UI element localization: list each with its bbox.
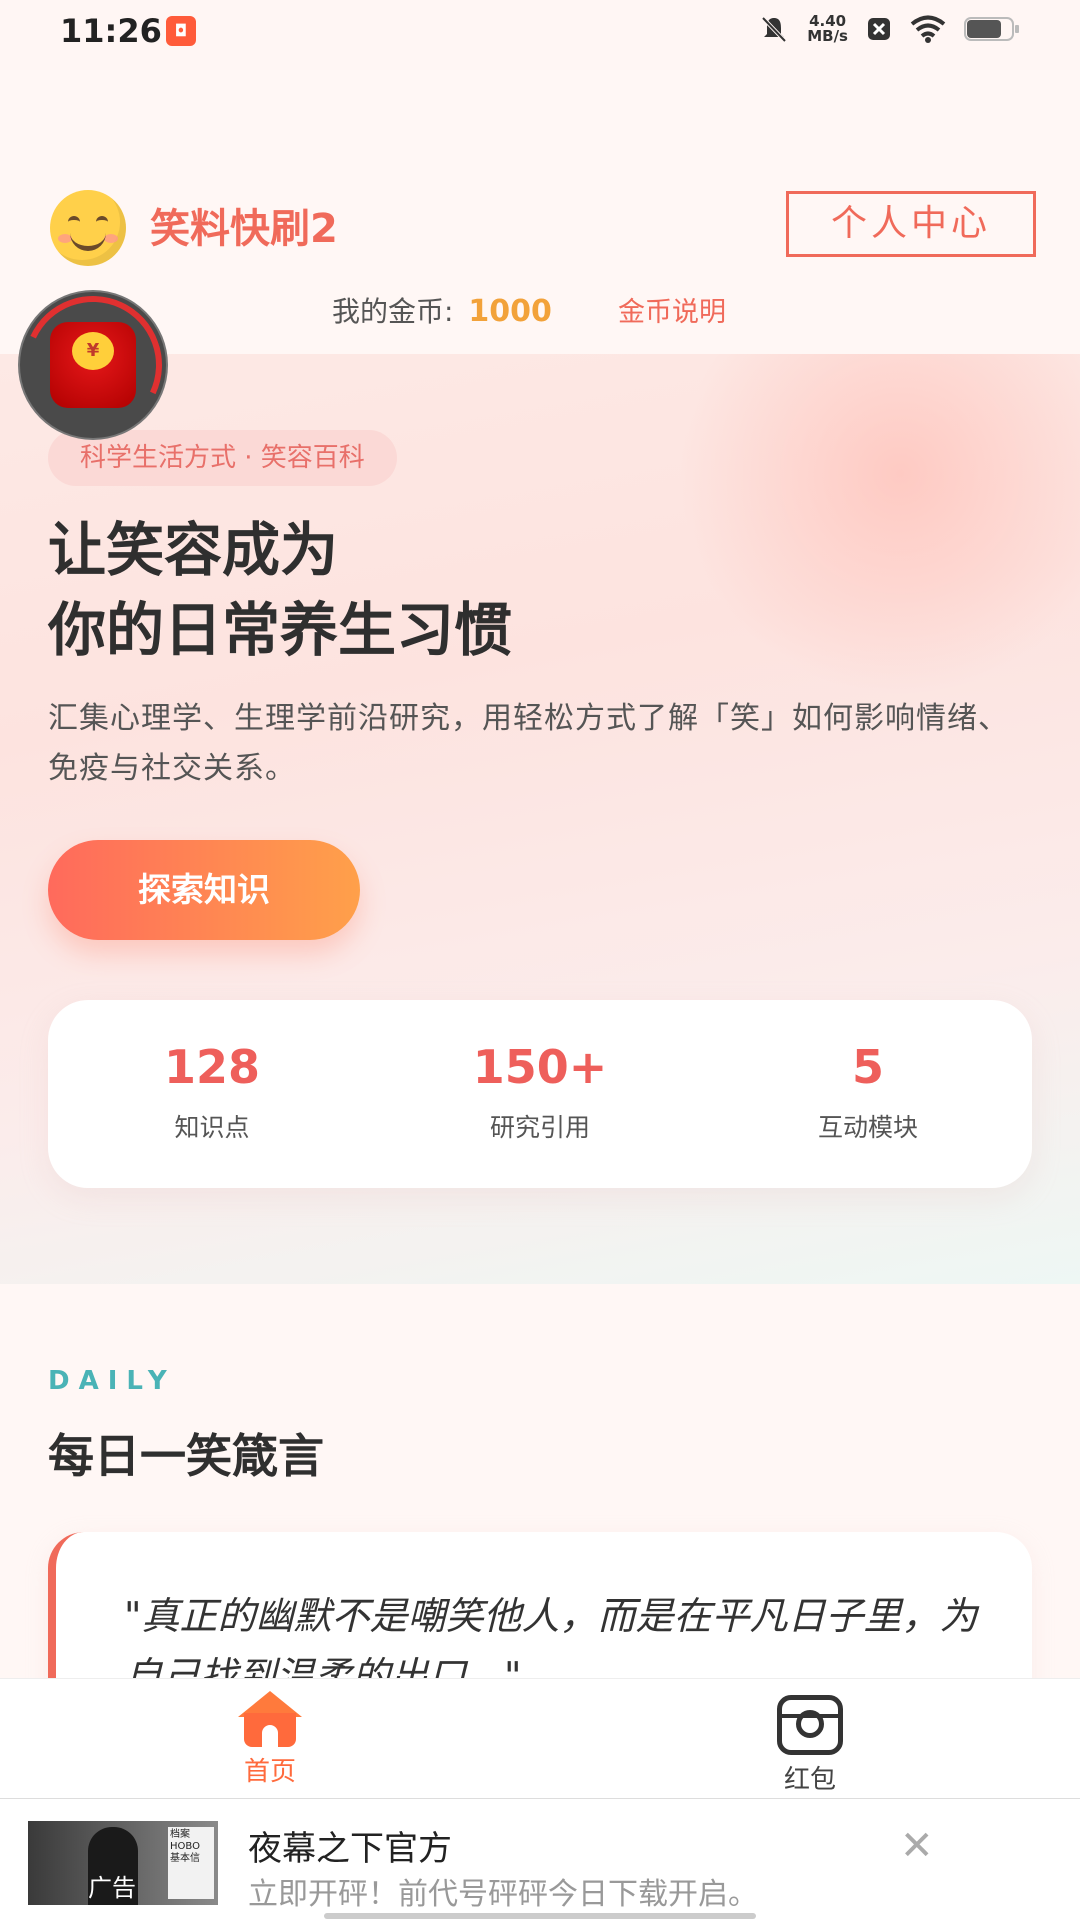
coin-label: 我的金币: <box>332 295 454 328</box>
network-speed: 4.40 MB/s <box>807 14 848 44</box>
app-title: 笑料快刷2 <box>150 206 338 252</box>
ad-tag: 广告 <box>88 1874 136 1902</box>
hero-headline: 让笑容成为 你的日常养生习惯 <box>48 510 512 670</box>
stat-item: 128 知识点 <box>48 1000 376 1188</box>
stat-label: 知识点 <box>174 1113 250 1142</box>
status-bar: 11:26 ◘ 4.40 MB/s <box>0 0 1080 70</box>
nav-label: 红包 <box>783 1765 836 1795</box>
stat-value: 150+ <box>472 1040 608 1094</box>
close-icon[interactable]: ✕ <box>900 1823 934 1869</box>
yuan-coin-icon: ¥ <box>72 332 114 370</box>
status-icons: 4.40 MB/s <box>759 14 1020 44</box>
hero-description: 汇集心理学、生理学前沿研究，用轻松方式了解「笑」如何影响情绪、免疫与社交关系。 <box>48 701 1009 786</box>
nav-item-home[interactable]: 首页 <box>200 1691 340 1788</box>
coin-balance: 我的金币: 1000 <box>332 290 552 330</box>
smile-logo-icon <box>50 190 126 266</box>
daily-eyebrow: DAILY <box>48 1366 176 1396</box>
ad-poster-text: 档案 HOBO 基本信 <box>168 1827 214 1899</box>
home-indicator[interactable] <box>324 1913 756 1919</box>
profile-center-button[interactable]: 个人中心 <box>786 191 1036 257</box>
mute-bell-icon <box>761 16 787 43</box>
stat-value: 128 <box>163 1040 261 1094</box>
hero-tag: 科学生活方式 · 笑容百科 <box>48 430 397 486</box>
stat-item: 150+ 研究引用 <box>376 1000 704 1188</box>
floating-red-envelope-button[interactable]: ¥ <box>4 276 182 454</box>
stat-item: 5 互动模块 <box>704 1000 1032 1188</box>
stat-label: 互动模块 <box>817 1113 918 1142</box>
home-icon <box>238 1691 302 1747</box>
nav-item-red-envelope[interactable]: 红包 <box>740 1691 880 1796</box>
stats-card: 128 知识点 150+ 研究引用 5 互动模块 <box>48 1000 1032 1188</box>
nav-label: 首页 <box>243 1757 296 1787</box>
coin-help-link[interactable]: 金币说明 <box>618 290 726 329</box>
camera-icon <box>777 1695 843 1755</box>
stat-value: 5 <box>851 1040 884 1094</box>
explore-knowledge-button[interactable]: 探索知识 <box>48 840 360 940</box>
ad-subtitle: 立即开砰！前代号砰砰今日下载开启。 <box>248 1877 758 1912</box>
headline-line-1: 让笑容成为 <box>48 516 339 584</box>
ad-banner[interactable]: 档案 HOBO 基本信 广告 夜幕之下官方 立即开砰！前代号砰砰今日下载开启。 … <box>0 1798 1080 1921</box>
app-notification-icon: ◘ <box>166 16 196 46</box>
ad-title: 夜幕之下官方 <box>248 1829 452 1869</box>
daily-title: 每日一笑箴言 <box>48 1429 324 1483</box>
battery-icon <box>964 17 1019 41</box>
bottom-nav: 首页 红包 <box>0 1678 1080 1799</box>
sim-x-icon <box>868 18 890 40</box>
headline-line-2: 你的日常养生习惯 <box>48 596 513 664</box>
wifi-icon <box>910 15 946 43</box>
coin-value: 1000 <box>468 294 552 329</box>
ad-thumbnail[interactable]: 档案 HOBO 基本信 广告 <box>28 1821 218 1905</box>
status-time: 11:26 <box>60 12 162 50</box>
stat-label: 研究引用 <box>489 1113 590 1142</box>
net-speed-unit: MB/s <box>807 27 848 45</box>
